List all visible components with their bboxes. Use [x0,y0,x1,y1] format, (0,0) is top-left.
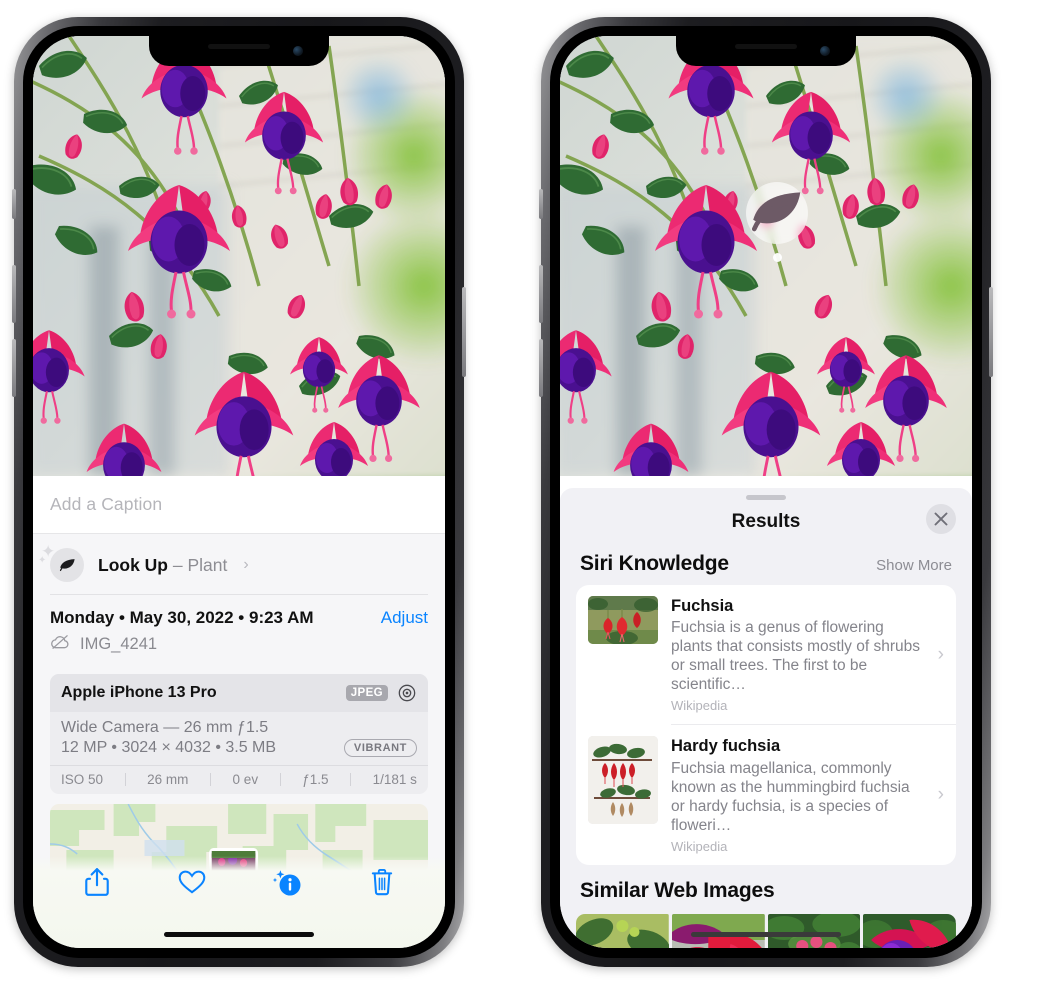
iphone-device-left: Add a Caption ✦ ✦ Look Up – Plant › Mond… [12,17,466,967]
section-title: Siri Knowledge [580,552,729,575]
notch-right [676,36,856,66]
trash-icon[interactable] [360,864,404,900]
pin-dot [772,253,782,262]
photo-info-sheet: Add a Caption ✦ ✦ Look Up – Plant › Mond… [33,476,445,948]
share-icon[interactable] [75,864,119,900]
metadata-header: Apple iPhone 13 Pro JPEG [50,674,428,712]
chevron-right-icon: › [243,556,249,573]
knowledge-item-title: Hardy fuchsia [671,737,781,756]
silent-switch[interactable] [12,189,16,219]
metadata-body: Wide Camera — 26 mm ƒ1.5 12 MP • 3024 × … [50,712,428,765]
caption-row[interactable]: Add a Caption [33,476,445,534]
divider [209,773,211,786]
web-image-thumbnail[interactable] [767,913,861,948]
heart-icon[interactable] [170,864,214,900]
photo-date: Monday • May 30, 2022 • 9:23 AM [50,608,314,627]
results-sheet: Results Siri Knowledge Show More Fuchsia… [560,488,972,948]
lookup-block: ✦ ✦ Look Up – Plant › Monday • May 30, 2… [33,534,445,874]
home-indicator[interactable] [691,932,841,937]
cloud-slash-icon [50,634,71,655]
silent-switch[interactable] [539,189,543,219]
chevron-right-icon: › [937,643,944,665]
show-more-button[interactable]: Show More [876,557,952,574]
camera-metadata-card[interactable]: Apple iPhone 13 Pro JPEG Wide Camera — 2… [50,674,428,794]
format-badge: JPEG [345,685,388,701]
volume-up-button[interactable] [12,265,16,323]
aperture-icon[interactable] [397,683,417,703]
look-up-subject: Plant [187,554,228,575]
earpiece-speaker [735,44,797,49]
image-size-info: 12 MP • 3024 × 4032 • 3.5 MB [61,739,277,756]
exif-iso: ISO 50 [61,772,104,787]
photo-toolbar [33,856,445,948]
similar-web-images-header: Similar Web Images [560,865,972,912]
siri-knowledge-header: Siri Knowledge Show More [560,544,972,585]
exif-exposure: 0 ev [232,772,259,787]
web-image-thumbnail[interactable] [863,913,956,948]
list-item[interactable]: Hardy fuchsia Fuchsia magellanica, commo… [576,725,956,864]
exif-aperture: ƒ1.5 [302,772,329,787]
knowledge-item-source: Wikipedia [671,838,728,854]
exif-shutter: 1/181 s [372,772,417,787]
power-button[interactable] [989,287,993,377]
page-title: Results [731,511,801,532]
knowledge-item-description: Fuchsia magellanica, commonly known as t… [671,759,910,834]
sparkle-small-icon: ✦ [38,555,47,566]
photo-viewer-right[interactable] [560,36,972,476]
fuchsia-thumbnail [588,596,658,644]
list-item[interactable]: Fuchsia Fuchsia is a genus of flowering … [576,585,956,724]
notch-left [149,36,329,66]
divider [350,773,352,786]
lens-info: Wide Camera — 26 mm ƒ1.5 [61,719,269,736]
front-camera-icon [293,46,303,56]
home-indicator[interactable] [164,932,314,937]
caption-input[interactable]: Add a Caption [50,494,162,515]
knowledge-item-source: Wikipedia [671,698,728,714]
volume-down-button[interactable] [539,339,543,397]
look-up-dash: – [168,554,188,575]
screen-right: Results Siri Knowledge Show More Fuchsia… [560,36,972,948]
web-image-thumbnail[interactable] [671,913,765,948]
earpiece-speaker [208,44,270,49]
divider [124,773,126,786]
date-block: Monday • May 30, 2022 • 9:23 AM Adjust I… [33,595,445,665]
look-up-text: Look Up [98,554,168,575]
photo-viewer-left[interactable] [33,36,445,476]
exif-row: ISO 50 26 mm 0 ev ƒ1.5 1/181 s [50,765,428,794]
device-name: Apple iPhone 13 Pro [61,684,217,701]
volume-up-button[interactable] [539,265,543,323]
results-header: Results [560,500,972,544]
file-name: IMG_4241 [80,635,158,653]
knowledge-item-title: Fuchsia [671,597,734,615]
screen-left: Add a Caption ✦ ✦ Look Up – Plant › Mond… [33,36,445,948]
knowledge-item-description: Fuchsia is a genus of flowering plants t… [671,619,920,694]
phone-bezel-left: Add a Caption ✦ ✦ Look Up – Plant › Mond… [23,26,455,958]
close-icon[interactable] [926,504,956,534]
section-title: Similar Web Images [580,878,775,902]
look-up-label: Look Up – Plant [98,555,227,576]
leaf-icon [746,182,808,244]
divider [279,773,281,786]
iphone-device-right: Results Siri Knowledge Show More Fuchsia… [539,17,993,967]
chevron-right-icon: › [937,784,944,806]
screenshot-stage: Add a Caption ✦ ✦ Look Up – Plant › Mond… [0,0,1055,985]
volume-down-button[interactable] [12,339,16,397]
leaf-icon: ✦ ✦ [38,543,84,582]
visual-lookup-badge[interactable] [746,182,808,262]
phone-bezel-right: Results Siri Knowledge Show More Fuchsia… [550,26,982,958]
hardy-fuchsia-thumbnail [588,736,658,825]
similar-web-images-strip [560,913,972,948]
front-camera-icon [820,46,830,56]
siri-knowledge-card: Fuchsia Fuchsia is a genus of flowering … [576,585,956,865]
adjust-button[interactable]: Adjust [381,608,428,628]
web-image-thumbnail[interactable] [576,913,669,948]
photographic-style-badge: VIBRANT [343,739,417,757]
info-sparkle-icon[interactable] [265,864,309,900]
power-button[interactable] [462,287,466,377]
exif-focal: 26 mm [147,772,189,787]
look-up-plant-row[interactable]: ✦ ✦ Look Up – Plant › [33,538,445,594]
